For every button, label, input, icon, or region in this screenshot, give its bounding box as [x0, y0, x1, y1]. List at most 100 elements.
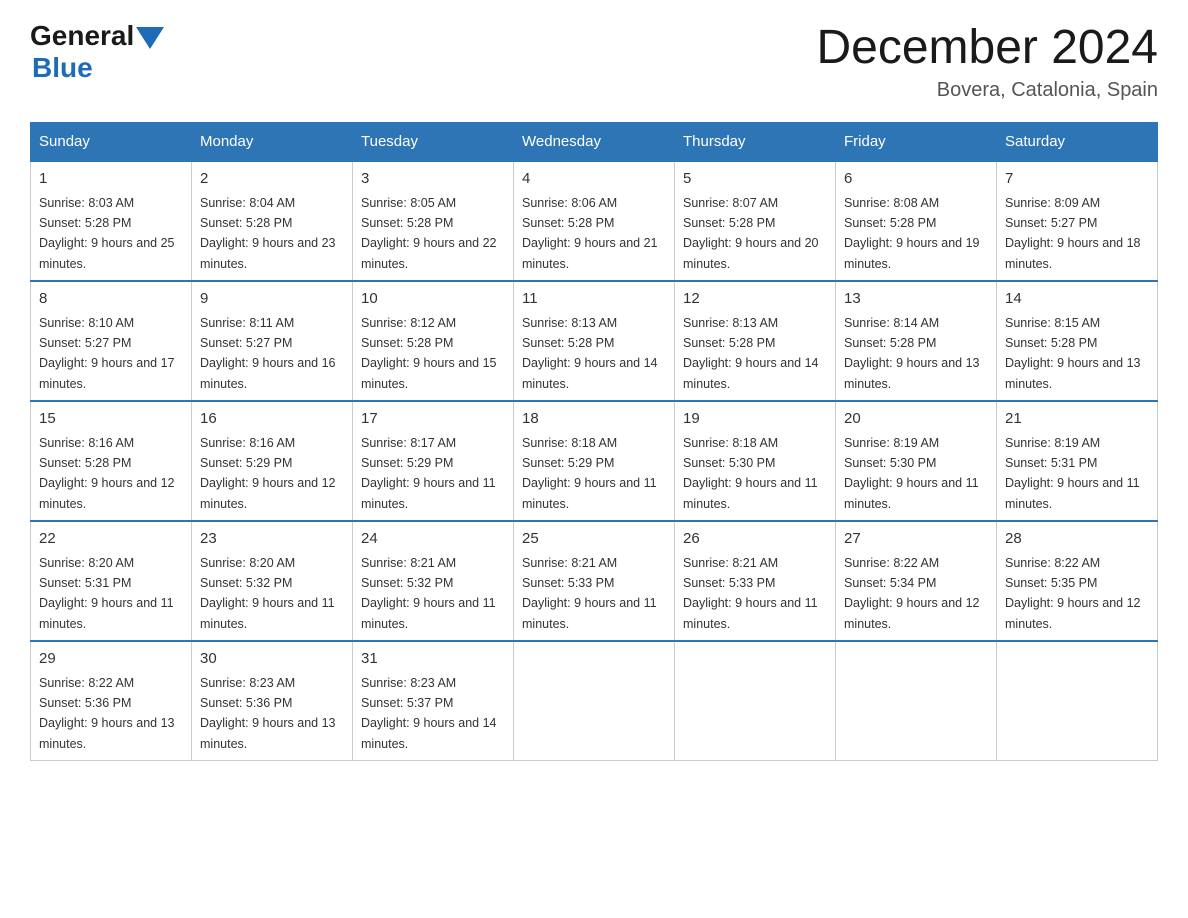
day-cell-25: 25 Sunrise: 8:21 AMSunset: 5:33 PMDayligh… [514, 521, 675, 641]
day-info: Sunrise: 8:22 AMSunset: 5:36 PMDaylight:… [39, 676, 175, 751]
day-info: Sunrise: 8:22 AMSunset: 5:35 PMDaylight:… [1005, 556, 1141, 631]
week-row-4: 22Sunrise: 8:20 AMSunset: 5:31 PMDayligh… [31, 521, 1158, 641]
day-number: 9 [200, 288, 344, 311]
day-info: Sunrise: 8:16 AMSunset: 5:29 PMDaylight:… [200, 436, 336, 511]
day-cell-9: 9 Sunrise: 8:11 AMSunset: 5:27 PMDaylight… [192, 281, 353, 401]
logo: General Blue [30, 20, 164, 84]
logo-blue-text: Blue [32, 52, 93, 84]
column-header-sunday: Sunday [31, 123, 192, 162]
day-info: Sunrise: 8:16 AMSunset: 5:28 PMDaylight:… [39, 436, 175, 511]
empty-cell [675, 641, 836, 761]
day-cell-14: 14 Sunrise: 8:15 AMSunset: 5:28 PMDayligh… [997, 281, 1158, 401]
day-number: 15 [39, 408, 183, 431]
day-cell-12: 12Sunrise: 8:13 AMSunset: 5:28 PMDayligh… [675, 281, 836, 401]
day-number: 31 [361, 648, 505, 671]
day-number: 5 [683, 168, 827, 191]
day-number: 14 [1005, 288, 1149, 311]
week-row-2: 8Sunrise: 8:10 AMSunset: 5:27 PMDaylight… [31, 281, 1158, 401]
column-header-tuesday: Tuesday [353, 123, 514, 162]
day-info: Sunrise: 8:10 AMSunset: 5:27 PMDaylight:… [39, 316, 175, 391]
day-info: Sunrise: 8:18 AMSunset: 5:30 PMDaylight:… [683, 436, 818, 511]
day-info: Sunrise: 8:18 AMSunset: 5:29 PMDaylight:… [522, 436, 657, 511]
day-cell-11: 11Sunrise: 8:13 AMSunset: 5:28 PMDayligh… [514, 281, 675, 401]
day-cell-3: 3 Sunrise: 8:05 AMSunset: 5:28 PMDaylight… [353, 161, 514, 281]
day-number: 20 [844, 408, 988, 431]
day-info: Sunrise: 8:23 AMSunset: 5:37 PMDaylight:… [361, 676, 497, 751]
week-row-1: 1 Sunrise: 8:03 AMSunset: 5:28 PMDaylight… [31, 161, 1158, 281]
day-number: 13 [844, 288, 988, 311]
day-number: 18 [522, 408, 666, 431]
day-cell-20: 20 Sunrise: 8:19 AMSunset: 5:30 PMDayligh… [836, 401, 997, 521]
empty-cell [836, 641, 997, 761]
day-info: Sunrise: 8:06 AMSunset: 5:28 PMDaylight:… [522, 196, 658, 271]
day-cell-15: 15 Sunrise: 8:16 AMSunset: 5:28 PMDayligh… [31, 401, 192, 521]
day-cell-16: 16Sunrise: 8:16 AMSunset: 5:29 PMDayligh… [192, 401, 353, 521]
day-number: 25 [522, 528, 666, 551]
day-info: Sunrise: 8:03 AMSunset: 5:28 PMDaylight:… [39, 196, 175, 271]
day-info: Sunrise: 8:17 AMSunset: 5:29 PMDaylight:… [361, 436, 496, 511]
day-number: 17 [361, 408, 505, 431]
day-info: Sunrise: 8:22 AMSunset: 5:34 PMDaylight:… [844, 556, 980, 631]
day-info: Sunrise: 8:13 AMSunset: 5:28 PMDaylight:… [522, 316, 658, 391]
week-row-3: 15 Sunrise: 8:16 AMSunset: 5:28 PMDayligh… [31, 401, 1158, 521]
calendar-table: SundayMondayTuesdayWednesdayThursdayFrid… [30, 122, 1158, 761]
calendar-header-row: SundayMondayTuesdayWednesdayThursdayFrid… [31, 123, 1158, 162]
day-number: 23 [200, 528, 344, 551]
day-number: 26 [683, 528, 827, 551]
day-cell-21: 21 Sunrise: 8:19 AMSunset: 5:31 PMDayligh… [997, 401, 1158, 521]
column-header-saturday: Saturday [997, 123, 1158, 162]
day-info: Sunrise: 8:21 AMSunset: 5:33 PMDaylight:… [522, 556, 657, 631]
day-info: Sunrise: 8:04 AMSunset: 5:28 PMDaylight:… [200, 196, 336, 271]
column-header-monday: Monday [192, 123, 353, 162]
day-number: 29 [39, 648, 183, 671]
day-number: 22 [39, 528, 183, 551]
day-cell-23: 23 Sunrise: 8:20 AMSunset: 5:32 PMDayligh… [192, 521, 353, 641]
day-number: 28 [1005, 528, 1149, 551]
day-number: 3 [361, 168, 505, 191]
day-cell-27: 27 Sunrise: 8:22 AMSunset: 5:34 PMDayligh… [836, 521, 997, 641]
column-header-friday: Friday [836, 123, 997, 162]
day-number: 10 [361, 288, 505, 311]
day-cell-4: 4Sunrise: 8:06 AMSunset: 5:28 PMDaylight… [514, 161, 675, 281]
day-cell-6: 6Sunrise: 8:08 AMSunset: 5:28 PMDaylight… [836, 161, 997, 281]
day-cell-22: 22Sunrise: 8:20 AMSunset: 5:31 PMDayligh… [31, 521, 192, 641]
day-cell-10: 10 Sunrise: 8:12 AMSunset: 5:28 PMDayligh… [353, 281, 514, 401]
day-cell-26: 26Sunrise: 8:21 AMSunset: 5:33 PMDayligh… [675, 521, 836, 641]
day-cell-5: 5 Sunrise: 8:07 AMSunset: 5:28 PMDaylight… [675, 161, 836, 281]
day-number: 21 [1005, 408, 1149, 431]
day-cell-24: 24 Sunrise: 8:21 AMSunset: 5:32 PMDayligh… [353, 521, 514, 641]
day-cell-30: 30Sunrise: 8:23 AMSunset: 5:36 PMDayligh… [192, 641, 353, 761]
page-header: General Blue December 2024 Bovera, Catal… [30, 20, 1158, 102]
column-header-wednesday: Wednesday [514, 123, 675, 162]
day-info: Sunrise: 8:12 AMSunset: 5:28 PMDaylight:… [361, 316, 497, 391]
day-number: 1 [39, 168, 183, 191]
day-cell-28: 28 Sunrise: 8:22 AMSunset: 5:35 PMDayligh… [997, 521, 1158, 641]
column-header-thursday: Thursday [675, 123, 836, 162]
day-info: Sunrise: 8:15 AMSunset: 5:28 PMDaylight:… [1005, 316, 1141, 391]
day-info: Sunrise: 8:07 AMSunset: 5:28 PMDaylight:… [683, 196, 819, 271]
day-cell-31: 31 Sunrise: 8:23 AMSunset: 5:37 PMDayligh… [353, 641, 514, 761]
day-number: 7 [1005, 168, 1149, 191]
day-number: 27 [844, 528, 988, 551]
day-info: Sunrise: 8:20 AMSunset: 5:32 PMDaylight:… [200, 556, 335, 631]
day-info: Sunrise: 8:08 AMSunset: 5:28 PMDaylight:… [844, 196, 980, 271]
day-number: 24 [361, 528, 505, 551]
day-info: Sunrise: 8:19 AMSunset: 5:31 PMDaylight:… [1005, 436, 1140, 511]
day-number: 30 [200, 648, 344, 671]
empty-cell [514, 641, 675, 761]
title-block: December 2024 Bovera, Catalonia, Spain [816, 20, 1158, 102]
day-number: 12 [683, 288, 827, 311]
day-info: Sunrise: 8:05 AMSunset: 5:28 PMDaylight:… [361, 196, 497, 271]
day-info: Sunrise: 8:21 AMSunset: 5:32 PMDaylight:… [361, 556, 496, 631]
day-info: Sunrise: 8:11 AMSunset: 5:27 PMDaylight:… [200, 316, 336, 391]
day-info: Sunrise: 8:14 AMSunset: 5:28 PMDaylight:… [844, 316, 980, 391]
month-title: December 2024 [816, 20, 1158, 75]
day-cell-13: 13 Sunrise: 8:14 AMSunset: 5:28 PMDayligh… [836, 281, 997, 401]
week-row-5: 29 Sunrise: 8:22 AMSunset: 5:36 PMDayligh… [31, 641, 1158, 761]
day-cell-2: 2Sunrise: 8:04 AMSunset: 5:28 PMDaylight… [192, 161, 353, 281]
day-number: 19 [683, 408, 827, 431]
day-cell-19: 19 Sunrise: 8:18 AMSunset: 5:30 PMDayligh… [675, 401, 836, 521]
day-info: Sunrise: 8:19 AMSunset: 5:30 PMDaylight:… [844, 436, 979, 511]
logo-arrow-icon [136, 27, 164, 49]
day-cell-7: 7Sunrise: 8:09 AMSunset: 5:27 PMDaylight… [997, 161, 1158, 281]
